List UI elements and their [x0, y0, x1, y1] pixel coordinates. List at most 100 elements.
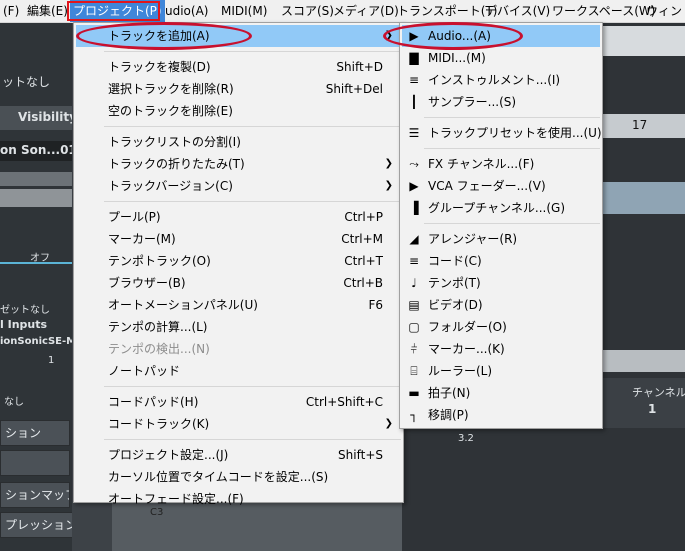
submenu-item-label: コード(C)	[428, 254, 482, 268]
add-track-item-3-7[interactable]: ▬ 拍子(N)	[402, 382, 600, 404]
submenu-item-label: インストゥルメント...(I)	[428, 73, 561, 87]
submenu-arrow-icon: ❯	[384, 418, 393, 429]
add-track-item-0-1[interactable]: ▇ MIDI...(M)	[402, 47, 600, 69]
signature-icon: ▬	[408, 386, 420, 400]
add-track-item-0-2[interactable]: ≡ インストゥルメント...(I)	[402, 69, 600, 91]
project-menu-item-3-1[interactable]: マーカー(M) Ctrl+M	[76, 228, 401, 250]
project-menu-item-1-0[interactable]: トラックを複製(D) Shift+D	[76, 56, 401, 78]
fx-channel-icon: ⤳	[409, 157, 419, 171]
add-track-item-1-0[interactable]: ☰ トラックプリセットを使用...(U)	[402, 122, 602, 144]
menu-item-shortcut: Ctrl+Shift+C	[305, 395, 383, 409]
channel-number-field[interactable]: 1	[48, 355, 54, 366]
project-menu-item-2-2[interactable]: トラックバージョン(C) ❯	[76, 175, 401, 197]
project-menu-item-2-0[interactable]: トラックリストの分割(I)	[76, 131, 401, 153]
add-track-item-3-4[interactable]: ▢ フォルダー(O)	[402, 316, 600, 338]
chord-icon: ≡	[408, 254, 420, 268]
project-menu-item-5-1[interactable]: カーソル位置でタイムコードを設定...(S)	[76, 466, 401, 488]
submenu-item-label: トラックプリセットを使用...(U)	[428, 126, 602, 140]
menu-separator	[104, 386, 401, 387]
project-menu-item-1-2[interactable]: 空のトラックを削除(E)	[76, 100, 401, 122]
submenu-item-label: 移調(P)	[428, 408, 469, 422]
project-menu-item-1-1[interactable]: 選択トラックを削除(R) Shift+Del	[76, 78, 401, 100]
menu-edit[interactable]: 編集(E)	[24, 0, 71, 22]
preset-none-label: ゼットなし	[0, 305, 50, 316]
project-menu-item-3-4[interactable]: オートメーションパネル(U) F6	[76, 294, 401, 316]
add-track-submenu: ▶ Audio...(A) ▇ MIDI...(M) ≡ インストゥルメント...(I) ┃…	[399, 22, 603, 429]
menu-item-shortcut: F6	[368, 298, 383, 312]
track-buttons-row[interactable]	[0, 189, 72, 207]
menu-item-label: カーソル位置でタイムコードを設定...(S)	[108, 470, 329, 484]
instrument-label: ionSonicSE-MI	[0, 336, 80, 347]
inspector-section-button-3[interactable]: ションマップ	[0, 482, 70, 508]
menu-item-label: プール(P)	[108, 210, 161, 224]
project-menu-item-5-2[interactable]: オートフェード設定...(F)	[76, 488, 401, 510]
project-menu-item-4-0[interactable]: コードパッド(H) Ctrl+Shift+C	[76, 391, 401, 413]
submenu-item-label: ルーラー(L)	[428, 364, 493, 378]
menu-file[interactable]: (F)	[0, 0, 22, 22]
add-track-item-3-8[interactable]: ┐ 移調(P)	[402, 404, 600, 426]
menu-item-label: 空のトラックを削除(E)	[108, 104, 233, 118]
menu-devices[interactable]: デバイス(V)	[482, 0, 553, 22]
folder-icon: ▢	[408, 320, 420, 334]
menu-item-shortcut: Shift+S	[338, 448, 383, 462]
menu-separator	[104, 439, 401, 440]
submenu-item-label: FX チャンネル...(F)	[428, 157, 535, 171]
track-controls-row[interactable]	[0, 172, 72, 186]
add-track-item-3-5[interactable]: ⫩ マーカー...(K)	[402, 338, 600, 360]
menu-item-label: 選択トラックを削除(R)	[108, 82, 234, 96]
none-label: なし	[4, 397, 24, 408]
project-menu-item-3-0[interactable]: プール(P) Ctrl+P	[76, 206, 401, 228]
menu-item-label: テンポの検出...(N)	[108, 342, 210, 356]
inspector-section-button-2[interactable]	[0, 450, 70, 476]
menu-window[interactable]: ウィンドウ	[643, 0, 685, 22]
marker-icon: ⫩	[410, 342, 418, 356]
transpose-icon: ┐	[410, 408, 418, 422]
menu-item-label: オートフェード設定...(F)	[108, 492, 244, 506]
menu-item-label: ブラウザー(B)	[108, 276, 186, 290]
inputs-label: l Inputs	[0, 318, 48, 331]
submenu-arrow-icon: ❯	[384, 180, 393, 191]
menu-item-label: テンポの計算...(L)	[108, 320, 208, 334]
project-menu-item-4-1[interactable]: コードトラック(K) ❯	[76, 413, 401, 435]
submenu-item-label: VCA フェーダー...(V)	[428, 179, 546, 193]
inspector-section-button-1[interactable]: ション	[0, 420, 70, 446]
submenu-item-label: テンポ(T)	[428, 276, 481, 290]
submenu-item-label: マーカー...(K)	[428, 342, 505, 356]
instrument-icon: ≡	[408, 73, 420, 87]
add-track-item-3-6[interactable]: ⌸ ルーラー(L)	[402, 360, 600, 382]
add-track-item-3-0[interactable]: ◢ アレンジャー(R)	[402, 228, 600, 250]
project-menu-item-5-0[interactable]: プロジェクト設定...(J) Shift+S	[76, 444, 401, 466]
add-track-item-3-3[interactable]: ▤ ビデオ(D)	[402, 294, 600, 316]
project-menu-item-3-7[interactable]: ノートパッド	[76, 360, 401, 382]
submenu-item-label: グループチャンネル...(G)	[428, 201, 566, 215]
toolbar-right	[600, 26, 685, 56]
add-track-item-2-0[interactable]: ⤳ FX チャンネル...(F)	[402, 153, 600, 175]
menu-item-label: ノートパッド	[108, 364, 181, 378]
menu-score[interactable]: スコア(S)	[278, 0, 337, 22]
menu-item-label: トラックを複製(D)	[108, 60, 211, 74]
project-menu-item-3-2[interactable]: テンポトラック(O) Ctrl+T	[76, 250, 401, 272]
ruler-17-label: 17	[632, 118, 648, 132]
visibility-tab[interactable]: Visibility	[18, 110, 77, 124]
submenu-item-label: MIDI...(M)	[428, 51, 486, 65]
track-name: on Son...01	[0, 143, 77, 157]
project-menu-item-3-3[interactable]: ブラウザー(B) Ctrl+B	[76, 272, 401, 294]
add-track-item-3-1[interactable]: ≡ コード(C)	[402, 250, 600, 272]
ruler-icon: ⌸	[410, 364, 418, 378]
submenu-item-label: フォルダー(O)	[428, 320, 507, 334]
add-track-item-2-1[interactable]: ▶ VCA フェーダー...(V)	[402, 175, 600, 197]
menu-audio[interactable]: udio(A)	[162, 0, 211, 22]
menu-item-shortcut: Shift+Del	[325, 82, 383, 96]
menu-separator	[104, 201, 401, 202]
add-track-item-2-2[interactable]: ▐ グループチャンネル...(G)	[402, 197, 600, 219]
menu-item-shortcut: Ctrl+B	[343, 276, 383, 290]
add-track-item-0-3[interactable]: ┃ サンプラー...(S)	[402, 91, 600, 113]
add-track-item-3-2[interactable]: ♩ テンポ(T)	[402, 272, 600, 294]
menu-separator	[104, 51, 401, 52]
menu-midi[interactable]: MIDI(M)	[218, 0, 270, 22]
menu-media[interactable]: メディア(D)	[330, 0, 402, 22]
project-menu-item-2-1[interactable]: トラックの折りたたみ(T) ❯	[76, 153, 401, 175]
annotation-project-highlight	[67, 1, 160, 21]
track-preset-icon: ☰	[408, 126, 420, 140]
project-menu-item-3-5[interactable]: テンポの計算...(L)	[76, 316, 401, 338]
